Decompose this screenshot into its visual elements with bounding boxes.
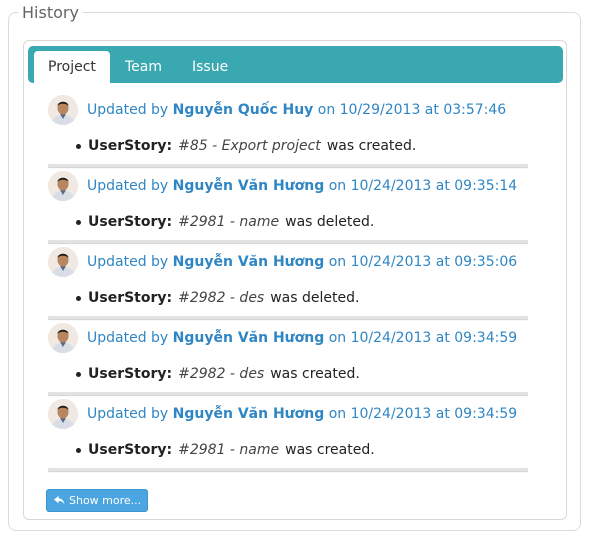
- change-action: was created.: [285, 442, 375, 458]
- history-entry: Updated by Nguyễn Văn Hương on 10/24/201…: [48, 321, 528, 397]
- updated-by-text: Updated by: [87, 254, 169, 270]
- timestamp-text: on 10/24/2013 at 09:34:59: [328, 406, 518, 422]
- history-entry: Updated by Nguyễn Văn Hương on 10/24/201…: [48, 397, 528, 473]
- story-reference: #2981 - name: [178, 214, 280, 230]
- change-label: UserStory:: [88, 138, 173, 154]
- avatar: [48, 323, 78, 353]
- change-item: UserStory: #2982 - des was deleted.: [76, 289, 360, 307]
- bullet-icon: [76, 448, 81, 453]
- user-link[interactable]: Nguyễn Văn Hương: [173, 330, 325, 346]
- change-item: UserStory: #85 - Export project was create…: [76, 137, 417, 155]
- story-reference: #85 - Export project: [178, 138, 321, 154]
- tab-project[interactable]: Project: [34, 51, 110, 83]
- history-panel: Project Team Issue Updated by Nguyễn Quố…: [23, 40, 567, 520]
- updated-by-text: Updated by: [87, 330, 169, 346]
- history-entry: Updated by Nguyễn Văn Hương on 10/24/201…: [48, 245, 528, 321]
- change-label: UserStory:: [88, 366, 173, 382]
- tab-issue[interactable]: Issue: [178, 51, 242, 83]
- entry-divider: [48, 392, 528, 395]
- reply-icon: [54, 495, 65, 505]
- entry-divider: [48, 164, 528, 167]
- entry-header: Updated by Nguyễn Quốc Huy on 10/29/2013…: [87, 101, 506, 119]
- show-more-label: Show more...: [69, 494, 142, 507]
- avatar: [48, 171, 78, 201]
- history-entry: Updated by Nguyễn Văn Hương on 10/24/201…: [48, 169, 528, 245]
- avatar: [48, 95, 78, 125]
- timestamp-text: on 10/24/2013 at 09:35:14: [328, 178, 518, 194]
- change-item: UserStory: #2982 - des was created.: [76, 365, 360, 383]
- user-link[interactable]: Nguyễn Văn Hương: [173, 254, 325, 270]
- entry-header: Updated by Nguyễn Văn Hương on 10/24/201…: [87, 177, 517, 195]
- tab-team[interactable]: Team: [111, 51, 176, 83]
- entry-divider: [48, 468, 528, 471]
- change-action: was created.: [326, 138, 417, 154]
- updated-by-text: Updated by: [87, 178, 169, 194]
- entry-divider: [48, 240, 528, 243]
- bullet-icon: [76, 372, 81, 377]
- change-action: was created.: [270, 366, 360, 382]
- history-legend: History: [18, 3, 83, 23]
- change-item: UserStory: #2981 - name was deleted.: [76, 213, 375, 231]
- tab-bar: Project Team Issue: [28, 46, 563, 83]
- bullet-icon: [76, 296, 81, 301]
- user-link[interactable]: Nguyễn Văn Hương: [173, 178, 325, 194]
- story-reference: #2982 - des: [178, 290, 265, 306]
- avatar: [48, 399, 78, 429]
- story-reference: #2982 - des: [178, 366, 265, 382]
- change-action: was deleted.: [270, 290, 360, 306]
- entry-divider: [48, 316, 528, 319]
- change-item: UserStory: #2981 - name was created.: [76, 441, 375, 459]
- entry-header: Updated by Nguyễn Văn Hương on 10/24/201…: [87, 253, 517, 271]
- entry-header: Updated by Nguyễn Văn Hương on 10/24/201…: [87, 405, 517, 423]
- story-reference: #2981 - name: [178, 442, 280, 458]
- user-link[interactable]: Nguyễn Quốc Huy: [173, 102, 314, 118]
- bullet-icon: [76, 220, 81, 225]
- change-label: UserStory:: [88, 214, 173, 230]
- updated-by-text: Updated by: [87, 102, 169, 118]
- change-label: UserStory:: [88, 442, 173, 458]
- timestamp-text: on 10/24/2013 at 09:34:59: [328, 330, 518, 346]
- entry-header: Updated by Nguyễn Văn Hương on 10/24/201…: [87, 329, 517, 347]
- timestamp-text: on 10/29/2013 at 03:57:46: [317, 102, 507, 118]
- bullet-icon: [76, 144, 81, 149]
- history-entry: Updated by Nguyễn Quốc Huy on 10/29/2013…: [48, 93, 528, 169]
- updated-by-text: Updated by: [87, 406, 169, 422]
- show-more-button[interactable]: Show more...: [46, 489, 148, 512]
- user-link[interactable]: Nguyễn Văn Hương: [173, 406, 325, 422]
- change-action: was deleted.: [285, 214, 375, 230]
- timestamp-text: on 10/24/2013 at 09:35:06: [328, 254, 518, 270]
- change-label: UserStory:: [88, 290, 173, 306]
- avatar: [48, 247, 78, 277]
